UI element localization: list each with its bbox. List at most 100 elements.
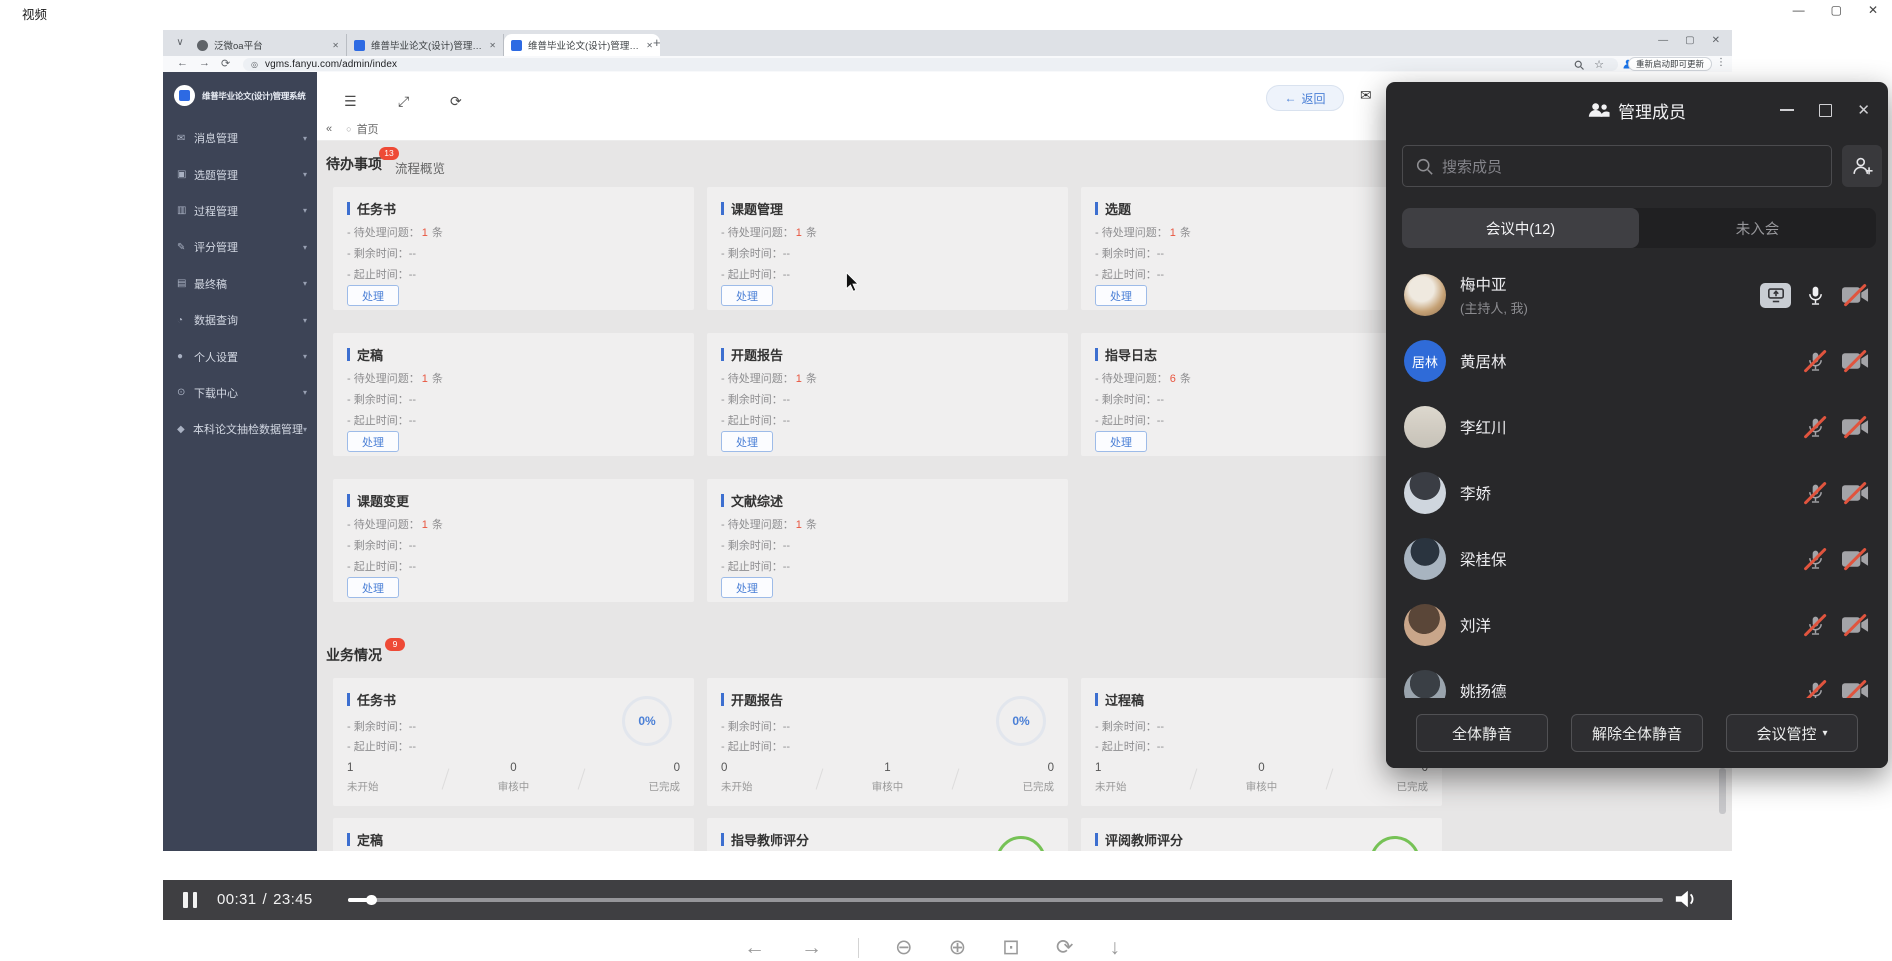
sidebar-item[interactable]: ✎ 评分管理 ▾ [163,229,317,265]
rotate-button[interactable]: ⟳ [1056,935,1074,960]
handle-button[interactable]: 处理 [721,285,773,306]
browser-update-pill[interactable]: 重新启动即可更新 [1628,57,1712,71]
sidebar-item[interactable]: ▣ 选题管理 ▾ [163,156,317,192]
progress-track[interactable] [348,898,1663,902]
sidebar-item[interactable]: ▤ 最终稿 ▾ [163,266,317,302]
mic-icon[interactable] [1804,350,1826,373]
url-input[interactable]: ◎ vgms.fanyu.com/admin/index [243,58,1618,71]
prev-button[interactable]: ← [744,936,765,960]
member-search-input[interactable]: 搜索成员 [1402,145,1832,187]
site-info-icon[interactable]: ◎ [251,60,258,69]
browser-minimize-icon[interactable]: — [1658,35,1668,46]
collapse-menu-icon[interactable]: ☰ [344,93,357,110]
bookmark-star-icon[interactable]: ☆ [1594,58,1604,71]
maximize-button[interactable]: ▢ [1831,3,1842,17]
handle-button[interactable]: 处理 [721,577,773,598]
camera-icon[interactable] [1840,418,1870,436]
tab-close-icon[interactable]: ✕ [332,41,339,50]
sidebar-item[interactable]: ⊙ 下载中心 ▾ [163,375,317,411]
handle-button[interactable]: 处理 [347,285,399,306]
mic-icon[interactable] [1804,614,1826,637]
nav-forward-icon[interactable]: → [199,57,210,69]
fullscreen-icon[interactable]: ⤢ [398,93,409,110]
back-button[interactable]: ← 返回 [1266,85,1344,111]
mic-icon[interactable] [1804,416,1826,439]
next-button[interactable]: → [801,936,822,960]
breadcrumb-collapse-icon[interactable]: « [326,123,332,135]
zoom-out-button[interactable]: ⊖ [895,935,913,960]
mic-icon[interactable] [1804,548,1826,571]
page-scrollbar[interactable] [1719,768,1726,814]
tab-close-icon[interactable]: ✕ [646,41,653,50]
add-member-button[interactable] [1842,145,1882,187]
camera-icon[interactable] [1840,484,1870,502]
flow-overview-tab[interactable]: 流程概览 [395,158,445,177]
camera-icon[interactable] [1840,616,1870,634]
member-row[interactable]: 梅中亚 (主持人, 我) [1386,262,1888,328]
meeting-control-button[interactable]: 会议管控 ▾ [1726,714,1858,752]
mic-icon[interactable] [1804,284,1826,307]
omnibox-zoom-icon[interactable] [1574,60,1584,70]
breadcrumb-home[interactable]: 首页 [357,121,379,137]
tab-not-joined[interactable]: 未入会 [1639,208,1876,248]
nav-back-icon[interactable]: ← [177,57,188,69]
pause-button[interactable] [183,892,198,908]
camera-icon[interactable] [1840,550,1870,568]
app-logo [174,85,195,106]
browser-menu-icon[interactable]: ⋮ [1716,57,1726,68]
browser-tab[interactable]: 维普毕业论文(设计)管理系统 ✕ [347,34,504,56]
camera-icon[interactable] [1840,352,1870,370]
chevron-down-icon: ▾ [303,243,307,252]
business-section-title[interactable]: 业务情况 [326,645,382,665]
sidebar-item[interactable]: ▥ 过程管理 ▾ [163,193,317,229]
browser-tab[interactable]: 泛微oa平台 ✕ [190,34,347,56]
tab-in-meeting[interactable]: 会议中(12) [1402,208,1639,248]
system-title: 维普毕业论文(设计)管理系统 [202,90,305,102]
nav-refresh-icon[interactable]: ⟳ [221,57,230,70]
mute-all-button[interactable]: 全体静音 [1416,714,1548,752]
fit-button[interactable]: ⊡ [1002,935,1020,960]
progress-handle[interactable] [366,895,377,906]
handle-button[interactable]: 处理 [347,431,399,452]
browser-maximize-icon[interactable]: ▢ [1685,35,1694,46]
zoom-in-button[interactable]: ⊕ [949,935,967,960]
panel-close-icon[interactable]: ✕ [1857,103,1870,118]
volume-button[interactable] [1674,888,1698,915]
panel-minimize-icon[interactable] [1780,109,1794,111]
mail-icon[interactable]: ✉ [1360,87,1372,104]
sidebar-item[interactable]: ● 个人设置 ▾ [163,338,317,374]
sidebar-item[interactable]: ✉ 消息管理 ▾ [163,120,317,156]
member-row[interactable]: 刘洋 [1386,592,1888,658]
new-tab-button[interactable]: + [653,35,661,50]
minimize-button[interactable]: — [1793,3,1805,17]
sidebar-item-label: 个人设置 [194,349,238,365]
download-button[interactable]: ↓ [1109,936,1120,960]
mic-icon[interactable] [1804,680,1826,699]
camera-icon[interactable] [1840,682,1870,698]
close-button[interactable]: ✕ [1868,3,1878,17]
handle-button[interactable]: 处理 [347,577,399,598]
member-row[interactable]: 李娇 [1386,460,1888,526]
refresh-icon[interactable]: ⟳ [450,93,462,110]
pending-count: 1 [1170,227,1176,239]
member-row[interactable]: 姚扬德 [1386,658,1888,698]
handle-button[interactable]: 处理 [1095,431,1147,452]
unmute-all-button[interactable]: 解除全体静音 [1571,714,1703,752]
member-row[interactable]: 梁桂保 [1386,526,1888,592]
member-row[interactable]: 居林 黄居林 [1386,328,1888,394]
sidebar-item[interactable]: ◆ 本科论文抽检数据管理 ▾ [163,411,317,447]
tab-search-chevron-icon[interactable]: ∨ [172,35,188,51]
browser-close-icon[interactable]: ✕ [1712,35,1720,46]
browser-tab[interactable]: 维普毕业论文(设计)管理系统 ✕ [504,34,660,56]
panel-maximize-icon[interactable] [1819,104,1832,117]
tab-close-icon[interactable]: ✕ [489,41,496,50]
camera-icon[interactable] [1840,286,1870,304]
mic-icon[interactable] [1804,482,1826,505]
screen-share-icon[interactable] [1760,283,1791,308]
card-title: 定稿 [357,830,383,849]
handle-button[interactable]: 处理 [1095,285,1147,306]
handle-button[interactable]: 处理 [721,431,773,452]
sidebar-item[interactable]: ◔ 数据查询 ▾ [163,302,317,338]
todo-section-title[interactable]: 待办事项 [326,154,382,174]
member-row[interactable]: 李红川 [1386,394,1888,460]
